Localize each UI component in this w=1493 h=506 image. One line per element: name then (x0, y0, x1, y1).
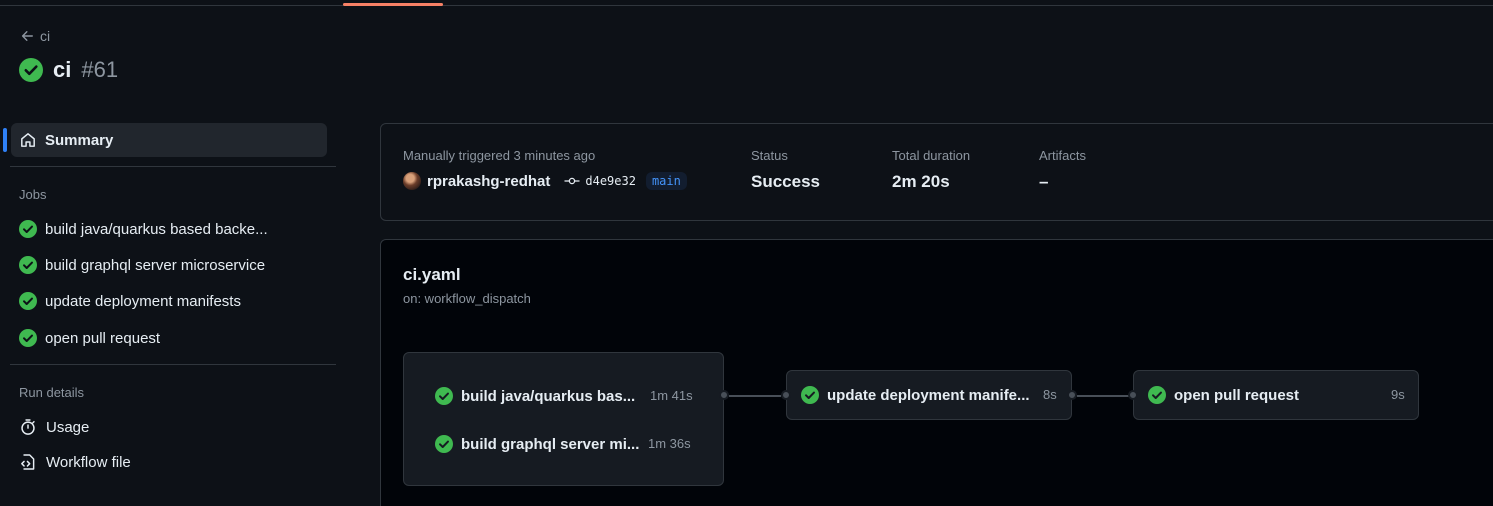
branch-badge[interactable]: main (645, 172, 687, 190)
graph-job-duration: 9s (1391, 387, 1405, 402)
graph-port (1067, 390, 1077, 400)
check-circle-fill-icon (19, 329, 37, 347)
actor-link[interactable]: rprakashg-redhat (427, 173, 550, 190)
workflow-graph-card: ci.yaml on: workflow_dispatch build java… (380, 239, 1493, 506)
actor-row: rprakashg-redhat d4e9e32 main (403, 172, 687, 190)
graph-job-label: build java/quarkus bas... (461, 387, 636, 405)
check-circle-fill-icon (19, 292, 37, 310)
trigger-label: Manually triggered 3 minutes ago (403, 148, 596, 163)
sidebar-job-item[interactable]: build java/quarkus based backe... (19, 220, 268, 238)
sidebar-item-label: Summary (45, 131, 114, 149)
sidebar-job-item[interactable]: open pull request (19, 329, 160, 347)
status-column: Status Success (751, 148, 820, 192)
check-circle-fill-icon (19, 256, 37, 274)
artifacts-value: – (1039, 172, 1049, 191)
sidebar-item-label: Usage (46, 418, 90, 436)
home-icon (21, 133, 35, 147)
sidebar-item-workflow-file[interactable]: Workflow file (19, 453, 131, 471)
graph-job-label: build graphql server mi... (461, 435, 640, 453)
graph-port (719, 390, 729, 400)
sidebar-job-item[interactable]: update deployment manifests (19, 292, 241, 310)
graph-port (781, 390, 791, 400)
graph-job-row: update deployment manife... (801, 386, 1030, 404)
back-link-label: ci (40, 28, 51, 44)
graph-job-build-graphql[interactable]: build graphql server mi... (435, 435, 639, 453)
run-number: #61 (81, 57, 119, 82)
check-circle-fill-icon (19, 58, 43, 82)
status-label: Status (751, 148, 788, 163)
sidebar-item-summary[interactable]: Summary (11, 123, 327, 157)
graph-job-build-java[interactable]: build java/quarkus bas... (435, 387, 635, 405)
jobs-heading: Jobs (19, 187, 47, 202)
sidebar-job-label: build graphql server microservice (45, 256, 266, 274)
page-title: ci #61 (19, 57, 118, 83)
active-item-marker (3, 128, 7, 152)
duration-label: Total duration (892, 148, 971, 163)
workflow-file-title: ci.yaml (403, 265, 461, 284)
back-link[interactable]: ci (20, 28, 50, 44)
check-circle-fill-icon (801, 386, 819, 404)
sidebar-job-item[interactable]: build graphql server microservice (19, 256, 265, 274)
artifacts-column: Artifacts – (1039, 148, 1086, 192)
workflow-trigger: on: workflow_dispatch (403, 291, 531, 306)
divider (10, 364, 336, 365)
avatar[interactable] (403, 172, 421, 190)
sidebar-item-label: Workflow file (46, 453, 131, 471)
trigger-column: Manually triggered 3 minutes ago rprakas… (403, 148, 687, 190)
graph-job-label: open pull request (1174, 386, 1300, 404)
check-circle-fill-icon (19, 220, 37, 238)
job-group-node: build java/quarkus bas... 1m 41s build g… (403, 352, 724, 486)
active-tab-underline (343, 3, 443, 6)
run-name: ci (53, 57, 72, 82)
graph-job-label: update deployment manife... (827, 386, 1030, 404)
graph-job-row: open pull request (1148, 386, 1299, 404)
graph-job-update-manifests[interactable]: update deployment manife... 8s (786, 370, 1072, 420)
graph-job-open-pr[interactable]: open pull request 9s (1133, 370, 1419, 420)
stopwatch-icon (21, 419, 35, 435)
duration-column: Total duration 2m 20s (892, 148, 970, 192)
sidebar-job-label: update deployment manifests (45, 292, 241, 310)
run-details-heading: Run details (19, 385, 85, 400)
graph-job-duration: 1m 41s (650, 388, 693, 403)
top-nav-border (0, 0, 1493, 6)
divider (10, 166, 336, 167)
sidebar-job-label: build java/quarkus based backe... (45, 220, 268, 238)
artifacts-label: Artifacts (1039, 148, 1086, 163)
graph-edge (729, 395, 781, 397)
graph-job-duration: 1m 36s (648, 436, 691, 451)
sidebar-item-usage[interactable]: Usage (19, 418, 89, 436)
graph-port (1128, 390, 1138, 400)
file-code-icon (21, 454, 35, 470)
commit-link[interactable]: d4e9e32 (564, 173, 636, 189)
commit-sha: d4e9e32 (585, 174, 636, 188)
duration-value: 2m 20s (892, 172, 950, 191)
check-circle-fill-icon (435, 387, 453, 405)
graph-edge (1077, 395, 1129, 397)
run-summary-card: Manually triggered 3 minutes ago rprakas… (380, 123, 1493, 221)
graph-job-duration: 8s (1043, 387, 1057, 402)
git-commit-icon (564, 177, 581, 185)
arrow-left-icon (21, 31, 33, 41)
check-circle-fill-icon (435, 435, 453, 453)
check-circle-fill-icon (1148, 386, 1166, 404)
status-value: Success (751, 172, 820, 191)
sidebar-job-label: open pull request (45, 329, 161, 347)
